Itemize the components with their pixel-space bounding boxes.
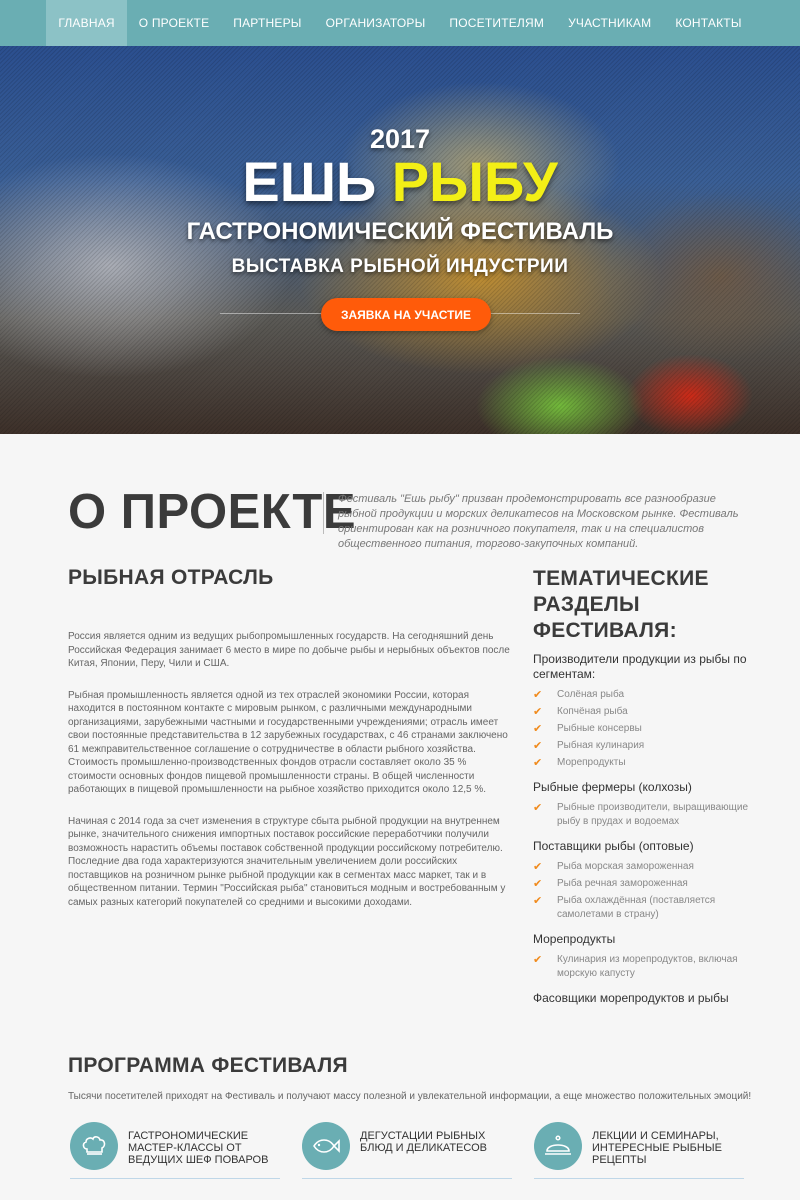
list-item: ✔ Морепродукты bbox=[533, 756, 763, 770]
top-navigation: Главная О проекте Партнеры Организаторы … bbox=[0, 0, 800, 46]
hero-title: ЕШЬ РЫБУ bbox=[0, 152, 800, 212]
about-divider bbox=[323, 492, 324, 534]
list-item-label: Рыбная кулинария bbox=[557, 740, 645, 751]
fishery-section: РЫБНАЯ ОТРАСЛЬ Россия является одним из … bbox=[68, 566, 514, 927]
nav-item-home[interactable]: Главная bbox=[46, 0, 127, 46]
check-icon: ✔ bbox=[533, 954, 543, 966]
about-title: О ПРОЕКТЕ bbox=[68, 485, 357, 539]
list-item: ✔ Рыбные производители, выращивающие рыбу… bbox=[533, 801, 763, 829]
chef-hat-icon bbox=[70, 1122, 118, 1170]
hero-title-word1: ЕШЬ bbox=[242, 150, 377, 213]
check-icon: ✔ bbox=[533, 895, 543, 907]
program-description: Тысячи посетителей приходят на Фестиваль… bbox=[68, 1091, 752, 1102]
fishery-paragraph: Россия является одним из ведущих рыбопро… bbox=[68, 631, 510, 669]
list-item-label: Копчёная рыба bbox=[557, 706, 628, 717]
hero-title-word2: РЫБУ bbox=[391, 150, 558, 213]
group-title: Производители продукции из рыбы по сегме… bbox=[533, 652, 747, 681]
nav-item-organizers[interactable]: Организаторы bbox=[314, 0, 438, 46]
hero-content: 2017 ЕШЬ РЫБУ ГАСТРОНОМИЧЕСКИЙ ФЕСТИВАЛЬ… bbox=[0, 46, 800, 434]
check-icon: ✔ bbox=[533, 740, 543, 752]
group-title: Рыбные фермеры (колхозы) bbox=[533, 780, 692, 794]
sections-sidebar: ТЕМАТИЧЕСКИЕ РАЗДЕЛЫ ФЕСТИВАЛЯ: Производ… bbox=[533, 566, 763, 1012]
list-item: ✔ Солёная рыба bbox=[533, 688, 763, 702]
program-item-underline bbox=[302, 1178, 512, 1179]
list-item-label: Морепродукты bbox=[557, 757, 626, 768]
group-list: ✔ Кулинария из морепродуктов, включая мор… bbox=[533, 953, 763, 981]
sections-title: ТЕМАТИЧЕСКИЕ РАЗДЕЛЫ ФЕСТИВАЛЯ: bbox=[533, 567, 709, 642]
check-icon: ✔ bbox=[533, 802, 543, 814]
program-item-label: ГАСТРОНОМИЧЕСКИЕ МАСТЕР-КЛАССЫ ОТ ВЕДУЩИ… bbox=[128, 1130, 269, 1166]
nav-item-visitors[interactable]: Посетителям bbox=[437, 0, 556, 46]
about-description: Фестиваль "Ешь рыбу" призван продемонстр… bbox=[338, 493, 739, 550]
fishery-paragraph: Начиная с 2014 года за счет изменения в … bbox=[68, 815, 506, 908]
check-icon: ✔ bbox=[533, 723, 543, 735]
apply-button[interactable]: ЗАЯВКА НА УЧАСТИЕ bbox=[321, 298, 491, 331]
list-item-label: Рыба речная замороженная bbox=[557, 878, 688, 889]
group-title: Поставщики рыбы (оптовые) bbox=[533, 839, 694, 853]
program-item-underline bbox=[534, 1178, 744, 1179]
check-icon: ✔ bbox=[533, 861, 543, 873]
nav-item-contacts[interactable]: Контакты bbox=[663, 0, 753, 46]
program-item-underline bbox=[70, 1178, 280, 1179]
program-item-label: ЛЕКЦИИ И СЕМИНАРЫ, ИНТЕРЕСНЫЕ РЫБНЫЕ РЕЦ… bbox=[592, 1130, 722, 1166]
group-list: ✔ Рыбные производители, выращивающие рыбу… bbox=[533, 801, 763, 829]
list-item: ✔ Копчёная рыба bbox=[533, 705, 763, 719]
fish-icon bbox=[302, 1122, 350, 1170]
program-item-tastings[interactable]: ДЕГУСТАЦИИ РЫБНЫХ БЛЮД И ДЕЛИКАТЕСОВ bbox=[302, 1120, 542, 1180]
program-title: ПРОГРАММА ФЕСТИВАЛЯ bbox=[68, 1054, 348, 1077]
group-title: Морепродукты bbox=[533, 932, 616, 946]
group-title: Фасовщики морепродуктов и рыбы bbox=[533, 991, 729, 1005]
hero-banner: 2017 ЕШЬ РЫБУ ГАСТРОНОМИЧЕСКИЙ ФЕСТИВАЛЬ… bbox=[0, 46, 800, 434]
fishery-title: РЫБНАЯ ОТРАСЛЬ bbox=[68, 566, 274, 589]
list-item-label: Рыба охлаждённая (поставляется самолетам… bbox=[557, 895, 716, 920]
list-item-label: Кулинария из морепродуктов, включая морс… bbox=[557, 954, 738, 979]
program-item-label: ДЕГУСТАЦИИ РЫБНЫХ БЛЮД И ДЕЛИКАТЕСОВ bbox=[360, 1130, 487, 1154]
list-item-label: Рыбные консервы bbox=[557, 723, 642, 734]
hero-subtitle-festival: ГАСТРОНОМИЧЕСКИЙ ФЕСТИВАЛЬ bbox=[186, 218, 614, 245]
list-item-label: Рыба морская замороженная bbox=[557, 861, 694, 872]
list-item: ✔ Рыбные консервы bbox=[533, 722, 763, 736]
list-item: ✔ Рыба речная замороженная bbox=[533, 877, 763, 891]
fishery-paragraph: Рыбная промышленность является одной из … bbox=[68, 689, 508, 796]
program-item-lectures[interactable]: ЛЕКЦИИ И СЕМИНАРЫ, ИНТЕРЕСНЫЕ РЫБНЫЕ РЕЦ… bbox=[534, 1120, 774, 1180]
nav-item-partners[interactable]: Партнеры bbox=[221, 0, 313, 46]
nav-item-participants[interactable]: Участникам bbox=[556, 0, 663, 46]
list-item: ✔ Рыбная кулинария bbox=[533, 739, 763, 753]
nav-item-about[interactable]: О проекте bbox=[127, 0, 222, 46]
check-icon: ✔ bbox=[533, 878, 543, 890]
list-item-label: Рыбные производители, выращивающие рыбу … bbox=[557, 802, 749, 827]
cloche-icon bbox=[534, 1122, 582, 1170]
check-icon: ✔ bbox=[533, 706, 543, 718]
check-icon: ✔ bbox=[533, 757, 543, 769]
check-icon: ✔ bbox=[533, 689, 543, 701]
nav-list: Главная О проекте Партнеры Организаторы … bbox=[0, 0, 800, 46]
hero-subtitle-exhibition: ВЫСТАВКА РЫБНОЙ ИНДУСТРИИ bbox=[231, 256, 569, 277]
list-item: ✔ Кулинария из морепродуктов, включая мор… bbox=[533, 953, 763, 981]
group-list: ✔ Рыба морская замороженная ✔ Рыба речная … bbox=[533, 860, 763, 922]
list-item: ✔ Рыба охлаждённая (поставляется самолета… bbox=[533, 894, 763, 922]
group-list: ✔ Солёная рыба ✔ Копчёная рыба ✔ Рыбные кон… bbox=[533, 688, 763, 770]
list-item-label: Солёная рыба bbox=[557, 689, 625, 700]
list-item: ✔ Рыба морская замороженная bbox=[533, 860, 763, 874]
program-item-masterclasses[interactable]: ГАСТРОНОМИЧЕСКИЕ МАСТЕР-КЛАССЫ ОТ ВЕДУЩИ… bbox=[70, 1120, 310, 1180]
